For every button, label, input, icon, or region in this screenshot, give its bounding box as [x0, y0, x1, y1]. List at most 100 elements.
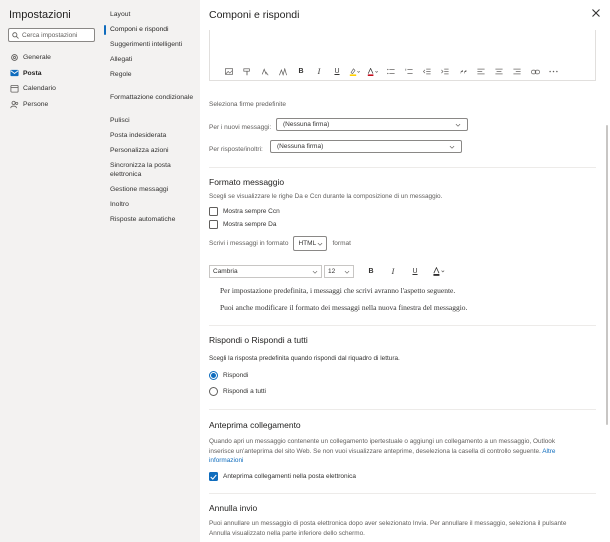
subnav-item[interactable]: Allegati	[102, 56, 200, 65]
more-options-icon[interactable]	[544, 67, 562, 77]
font-size-select[interactable]: 12	[324, 265, 354, 278]
align-right-icon[interactable]	[508, 67, 526, 77]
search-box[interactable]	[8, 28, 95, 42]
subnav-item[interactable]: Regole	[102, 71, 200, 80]
new-messages-signature-select[interactable]: (Nessuna firma)	[276, 118, 468, 131]
more-info-link[interactable]: Altre	[542, 448, 555, 455]
format-painter-icon[interactable]	[238, 67, 256, 77]
mail-subnav: Layout Componi e rispondi Suggerimenti int…	[102, 0, 200, 542]
subnav-spacer	[102, 86, 200, 94]
underline-icon[interactable]: U	[328, 67, 346, 77]
nav-item-mail[interactable]: Posta	[0, 66, 102, 82]
radio-button[interactable]	[209, 371, 218, 380]
subnav-item[interactable]: Formattazione condizionale	[102, 94, 200, 103]
select-value: HTML	[298, 240, 317, 247]
image-icon[interactable]	[220, 67, 238, 77]
more-info-link-cont[interactable]: informazioni	[209, 456, 555, 466]
quote-icon[interactable]	[454, 67, 472, 77]
radio-button[interactable]	[209, 387, 218, 396]
subnav-item[interactable]: Posta indesiderata	[102, 132, 200, 141]
subnav-item[interactable]: Risposte automatiche	[102, 216, 200, 225]
link-icon[interactable]	[526, 67, 544, 77]
compose-format-suffix: format	[332, 240, 351, 247]
indent-icon[interactable]	[436, 67, 454, 77]
checkbox[interactable]	[209, 472, 218, 481]
highlight-icon[interactable]	[346, 67, 364, 77]
font-color-icon[interactable]	[364, 67, 382, 77]
divider	[209, 493, 596, 494]
nav-item-calendar[interactable]: Calendario	[0, 81, 102, 97]
reply-desc: Scegli la risposta predefinita quando ri…	[209, 355, 400, 362]
signature-heading: Seleziona firme predefinite	[209, 101, 286, 108]
outdent-icon[interactable]	[418, 67, 436, 77]
reply-radio[interactable]: Rispondi	[209, 371, 248, 380]
close-icon[interactable]	[591, 8, 601, 18]
bullet-list-icon[interactable]	[382, 67, 400, 77]
subnav-item[interactable]: Sincronizza la posta elettronica	[102, 162, 200, 179]
select-value: (Nessuna firma)	[283, 121, 330, 128]
bold-icon[interactable]: B	[360, 267, 382, 277]
font-toolbar: Cambria 12 B I U	[209, 265, 450, 278]
bold-icon[interactable]: B	[292, 67, 310, 77]
align-left-icon[interactable]	[472, 67, 490, 77]
font-size-icon[interactable]	[274, 67, 292, 77]
settings-nav: Generale Posta Calendario Persone	[0, 50, 102, 112]
align-center-icon[interactable]	[490, 67, 508, 77]
reply-signature-select[interactable]: (Nessuna firma)	[270, 140, 462, 153]
chevron-down-icon	[318, 242, 323, 246]
scrollbar[interactable]	[606, 125, 608, 425]
link-preview-checkbox[interactable]: Anteprima collegamenti nella posta elett…	[209, 472, 356, 481]
mail-subnav-list: Layout Componi e rispondi Suggerimenti int…	[102, 11, 200, 231]
calendar-icon	[10, 84, 19, 93]
chevron-down-icon	[344, 270, 350, 274]
numbered-list-icon[interactable]	[400, 67, 418, 77]
link-preview-title: Anteprima collegamento	[209, 420, 301, 430]
nav-item-label: Generale	[23, 54, 51, 62]
subnav-item[interactable]: Layout	[102, 11, 200, 20]
subnav-item[interactable]: Pulisci	[102, 117, 200, 126]
search-input[interactable]	[22, 31, 94, 39]
compose-format-select[interactable]: HTML	[293, 236, 328, 251]
subnav-item[interactable]: Inoltro	[102, 201, 200, 210]
nav-item-general[interactable]: Generale	[0, 50, 102, 66]
radio-label: Rispondi a tutti	[223, 388, 266, 395]
font-color-icon[interactable]	[428, 267, 450, 277]
divider	[209, 167, 596, 168]
settings-sidebar: Impostazioni Generale Posta Calendario P…	[0, 0, 102, 542]
chevron-down-icon	[449, 145, 455, 149]
reply-title: Rispondi o Rispondi a tutti	[209, 335, 308, 345]
nav-item-label: Persone	[23, 100, 49, 108]
signature-editor[interactable]: B I U	[209, 30, 596, 81]
people-icon	[10, 100, 19, 109]
underline-icon[interactable]: U	[404, 267, 426, 277]
subnav-item[interactable]: Componi e rispondi	[102, 25, 200, 35]
italic-icon[interactable]: I	[310, 67, 328, 77]
preview-text-1: Per impostazione predefinita, i messaggi…	[220, 286, 456, 295]
desc-line: Annulla visualizzato nella parte inferio…	[209, 529, 365, 537]
checkbox-label: Mostra sempre Ccn	[223, 208, 280, 215]
link-preview-desc: Quando apri un messaggio contenente un c…	[209, 437, 555, 466]
checkbox[interactable]	[209, 207, 218, 216]
subnav-item[interactable]: Suggerimenti intelligenti	[102, 41, 200, 50]
clear-format-icon[interactable]	[256, 67, 274, 77]
nav-item-people[interactable]: Persone	[0, 97, 102, 113]
font-name-select[interactable]: Cambria	[209, 265, 322, 278]
subnav-item[interactable]: Personalizza azioni	[102, 147, 200, 156]
checkbox-label: Mostra sempre Da	[223, 221, 277, 228]
undo-send-desc: Puoi annullare un messaggio di posta ele…	[209, 519, 566, 538]
undo-send-title: Annulla invio	[209, 503, 258, 513]
mail-icon	[10, 69, 19, 78]
format-toolbar: B I U	[210, 66, 595, 77]
italic-icon[interactable]: I	[382, 267, 404, 277]
checkbox-label: Anteprima collegamenti nella posta elett…	[223, 473, 356, 480]
divider	[209, 325, 596, 326]
show-ccn-checkbox[interactable]: Mostra sempre Ccn	[209, 207, 280, 216]
select-value: (Nessuna firma)	[277, 143, 324, 150]
reply-all-radio[interactable]: Rispondi a tutti	[209, 387, 266, 396]
show-from-checkbox[interactable]: Mostra sempre Da	[209, 220, 276, 229]
gear-icon	[10, 53, 19, 62]
desc-line: Puoi annullare un messaggio di posta ele…	[209, 520, 567, 527]
subnav-spacer	[102, 109, 200, 117]
checkbox[interactable]	[209, 220, 218, 229]
subnav-item[interactable]: Gestione messaggi	[102, 186, 200, 195]
